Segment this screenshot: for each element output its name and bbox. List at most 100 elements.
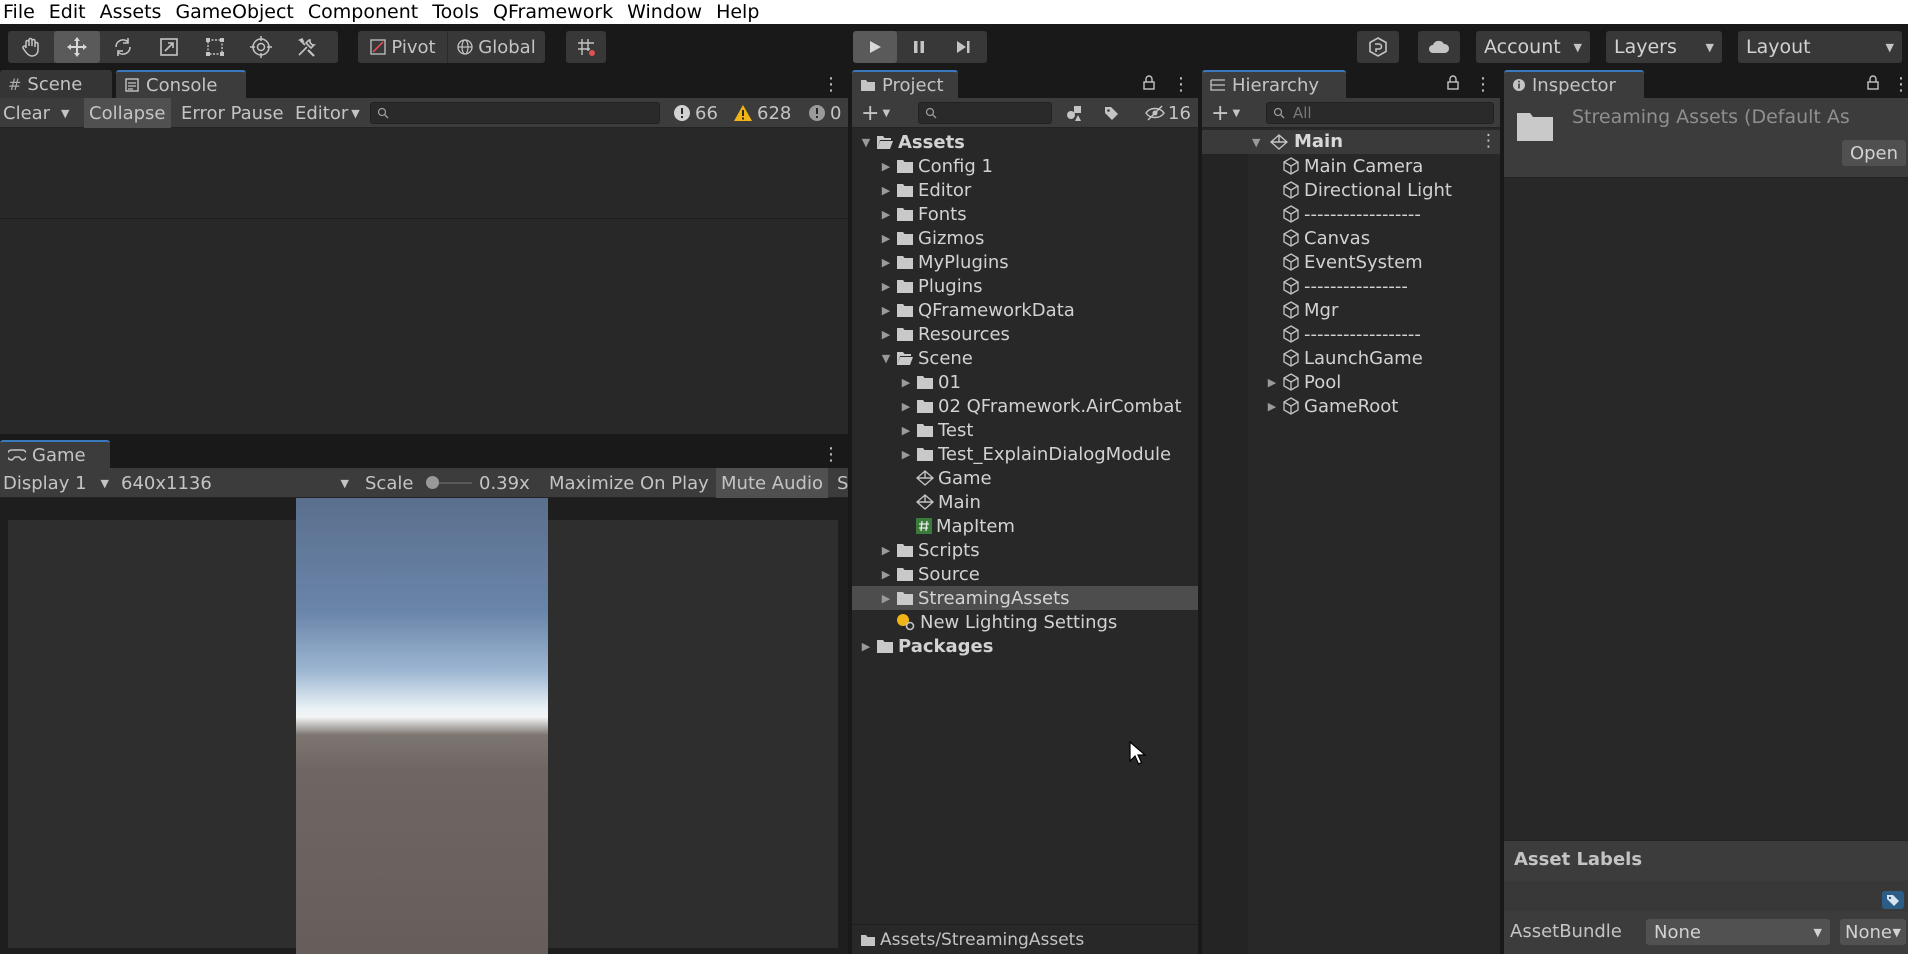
hierarchy-item[interactable]: Directional Light	[1264, 178, 1452, 202]
expand-arrow-right-icon[interactable]: ▶	[898, 448, 914, 461]
global-toggle[interactable]: Global	[448, 31, 544, 63]
expand-arrow-right-icon[interactable]: ▶	[878, 232, 894, 245]
cloud-button[interactable]	[1418, 31, 1460, 63]
project-item[interactable]: ▶ Editor	[878, 178, 972, 202]
project-item[interactable]: ▶ Source	[878, 562, 980, 586]
expand-arrow-right-icon[interactable]: ▶	[878, 184, 894, 197]
kebab-menu-icon[interactable]: ⋮	[822, 74, 840, 95]
tab-hierarchy[interactable]: Hierarchy	[1202, 70, 1346, 98]
project-item[interactable]: ▶ QFrameworkData	[878, 298, 1075, 322]
expand-arrow-right-icon[interactable]: ▶	[878, 304, 894, 317]
kebab-menu-icon[interactable]: ⋮	[1900, 106, 1908, 127]
project-item[interactable]: ▶ Test_ExplainDialogModule	[898, 442, 1171, 466]
hierarchy-item[interactable]: EventSystem	[1264, 250, 1423, 274]
project-item[interactable]: ▶ Config 1	[878, 154, 993, 178]
project-item[interactable]: MapItem	[898, 514, 1015, 538]
tab-scene[interactable]: # Scene	[0, 70, 112, 98]
menu-item-assets[interactable]: Assets	[93, 0, 169, 24]
expand-arrow-right-icon[interactable]: ▶	[898, 376, 914, 389]
mute-audio-toggle[interactable]: Mute Audio	[716, 468, 828, 498]
hidden-packages-toggle[interactable]: 16	[1142, 98, 1194, 128]
hierarchy-item[interactable]: ▶ Pool	[1264, 370, 1341, 394]
kebab-menu-icon[interactable]: ⋮	[1892, 74, 1908, 95]
scale-slider-handle[interactable]	[426, 476, 439, 489]
pivot-toggle[interactable]: Pivot	[358, 31, 448, 63]
pause-button[interactable]	[897, 31, 941, 63]
expand-arrow-down-icon[interactable]: ▼	[878, 352, 894, 365]
lock-icon[interactable]	[1866, 75, 1880, 91]
create-button[interactable]: + ▼	[858, 98, 893, 128]
rotate-tool-button[interactable]	[100, 31, 146, 63]
project-item[interactable]: ▶ MyPlugins	[878, 250, 1009, 274]
expand-arrow-right-icon[interactable]: ▶	[878, 544, 894, 557]
expand-arrow-right-icon[interactable]: ▶	[878, 568, 894, 581]
error-pause-toggle[interactable]: Error Pause	[178, 98, 287, 128]
project-item[interactable]: ▶ Gizmos	[878, 226, 985, 250]
hierarchy-search-input[interactable]: All	[1266, 102, 1494, 124]
scale-tool-button[interactable]	[146, 31, 192, 63]
hierarchy-item[interactable]: ▶ GameRoot	[1264, 394, 1399, 418]
project-item[interactable]: ▶ 02 QFramework.AirCombat	[898, 394, 1182, 418]
hierarchy-item[interactable]: Main Camera	[1264, 154, 1423, 178]
expand-arrow-right-icon[interactable]: ▶	[1264, 376, 1280, 389]
hand-tool-button[interactable]	[8, 31, 54, 63]
editor-dropdown[interactable]: Editor ▼	[292, 98, 363, 128]
asset-bundle-dropdown[interactable]: None ▼	[1646, 919, 1830, 945]
console-search-input[interactable]	[370, 102, 660, 124]
hierarchy-item[interactable]: LaunchGame	[1264, 346, 1423, 370]
project-search-input[interactable]	[918, 102, 1052, 124]
game-viewport[interactable]	[296, 498, 548, 954]
menu-item-tools[interactable]: Tools	[425, 0, 486, 24]
menu-item-help[interactable]: Help	[709, 0, 766, 24]
project-item[interactable]: ▼ Scene	[878, 346, 973, 370]
warning-filter-toggle[interactable]: 628	[730, 98, 794, 128]
expand-arrow-right-icon[interactable]: ▶	[878, 592, 894, 605]
expand-arrow-down-icon[interactable]: ▼	[858, 136, 874, 149]
expand-arrow-right-icon[interactable]: ▶	[898, 400, 914, 413]
project-item[interactable]: New Lighting Settings	[878, 610, 1117, 634]
hierarchy-item[interactable]: ------------------	[1264, 322, 1421, 346]
project-item[interactable]: ▶ Plugins	[878, 274, 983, 298]
kebab-menu-icon[interactable]: ⋮	[1480, 131, 1497, 151]
hierarchy-item[interactable]: ----------------	[1264, 274, 1408, 298]
layers-dropdown[interactable]: Layers ▼	[1606, 31, 1722, 63]
menu-item-qframework[interactable]: QFramework	[486, 0, 620, 24]
expand-arrow-right-icon[interactable]: ▶	[878, 160, 894, 173]
clear-options-dropdown[interactable]: ▼	[58, 98, 72, 128]
kebab-menu-icon[interactable]: ⋮	[1172, 74, 1190, 95]
lock-icon[interactable]	[1142, 75, 1156, 91]
display-dropdown[interactable]: Display 1 ▼	[0, 468, 112, 498]
hierarchy-item[interactable]: Mgr	[1264, 298, 1338, 322]
collapse-toggle[interactable]: Collapse	[84, 98, 171, 128]
project-item[interactable]: ▶ Packages	[858, 634, 994, 658]
create-gameobject-button[interactable]: + ▼	[1208, 98, 1243, 128]
move-tool-button[interactable]	[54, 31, 100, 63]
custom-tool-button[interactable]	[284, 31, 330, 63]
expand-arrow-right-icon[interactable]: ▶	[878, 280, 894, 293]
tab-game[interactable]: Game	[0, 440, 110, 468]
tag-icon[interactable]	[1882, 891, 1904, 909]
log-filter-toggle[interactable]: 66	[670, 98, 721, 128]
layout-dropdown[interactable]: Layout ▼	[1738, 31, 1902, 63]
maximize-on-play-toggle[interactable]: Maximize On Play	[546, 468, 712, 498]
rect-tool-button[interactable]	[192, 31, 238, 63]
account-dropdown[interactable]: Account ▼	[1476, 31, 1590, 63]
project-item[interactable]: ▶ StreamingAssets	[878, 586, 1070, 610]
project-item[interactable]: ▶ Fonts	[878, 202, 967, 226]
project-item[interactable]: ▶ 01	[898, 370, 961, 394]
search-by-type-button[interactable]	[1062, 98, 1086, 128]
menu-item-gameobject[interactable]: GameObject	[168, 0, 300, 24]
project-item[interactable]: ▼ Assets	[858, 130, 965, 154]
stats-toggle[interactable]: S	[834, 468, 851, 498]
project-item[interactable]: ▶ Resources	[878, 322, 1010, 346]
expand-arrow-right-icon[interactable]: ▶	[878, 256, 894, 269]
grid-snap-button[interactable]	[566, 31, 606, 63]
menu-item-edit[interactable]: Edit	[42, 0, 93, 24]
kebab-menu-icon[interactable]: ⋮	[822, 444, 840, 465]
expand-arrow-right-icon[interactable]: ▶	[878, 328, 894, 341]
clear-button[interactable]: Clear	[0, 98, 53, 128]
menu-item-window[interactable]: Window	[620, 0, 709, 24]
step-button[interactable]	[941, 31, 985, 63]
lock-icon[interactable]	[1446, 75, 1460, 91]
expand-arrow-right-icon[interactable]: ▶	[1264, 400, 1280, 413]
